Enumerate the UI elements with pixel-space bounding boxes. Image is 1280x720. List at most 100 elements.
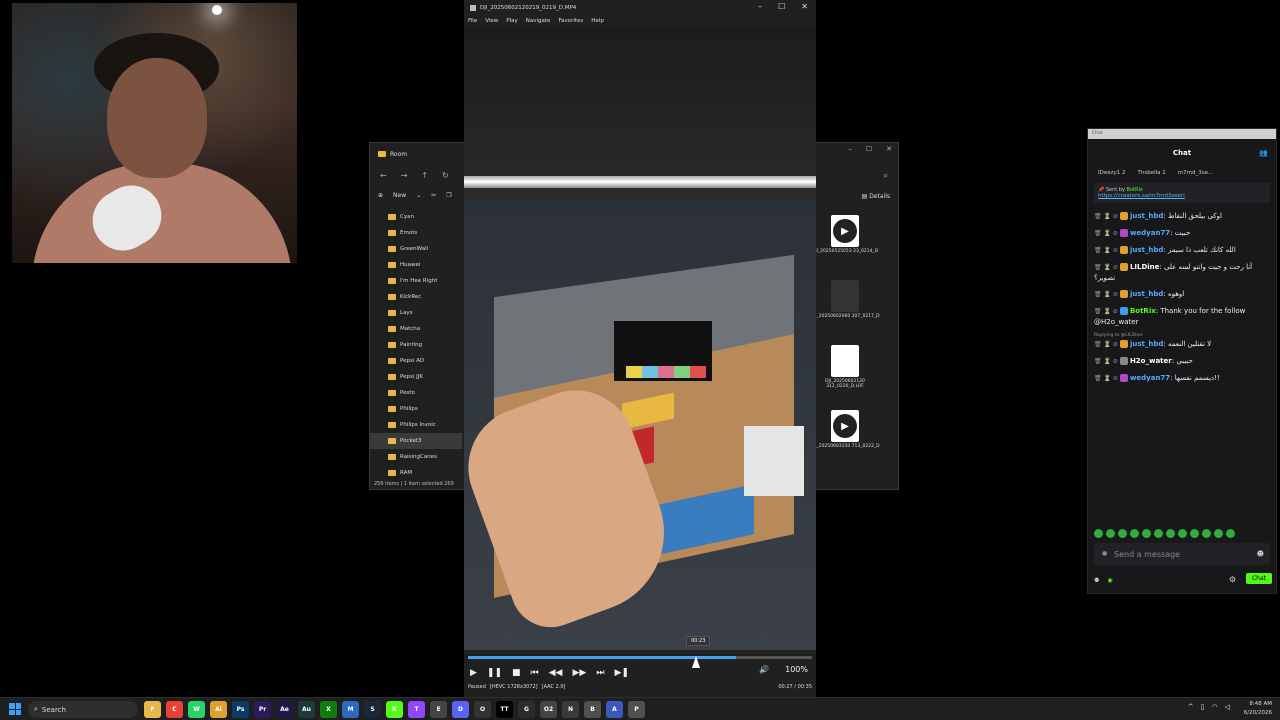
- previous-icon[interactable]: ⏮: [531, 668, 539, 678]
- kick-icon[interactable]: ◉: [1107, 577, 1112, 584]
- volume-icon[interactable]: 🔊: [759, 665, 769, 674]
- emote-icon[interactable]: [1118, 529, 1127, 538]
- gifter-entry[interactable]: m7md_3se...: [1178, 170, 1213, 176]
- taskbar-app-icon[interactable]: D: [452, 701, 469, 718]
- battery-icon[interactable]: ▯: [1201, 703, 1205, 711]
- emote-icon[interactable]: [1214, 529, 1223, 538]
- taskbar-app-icon[interactable]: M: [342, 701, 359, 718]
- taskbar-app-icon[interactable]: TT: [496, 701, 513, 718]
- sidebar-folder-item[interactable]: RAM: [370, 465, 462, 481]
- pinned-link[interactable]: https://creators.sa/m7md3seeri: [1098, 193, 1266, 199]
- chat-input[interactable]: ● Send a message ☻: [1094, 543, 1270, 565]
- taskbar-app-icon[interactable]: K: [386, 701, 403, 718]
- sidebar-folder-item[interactable]: Pepsi AD: [370, 353, 462, 369]
- mod-actions-icon[interactable]: 🗑 ⏳ ⊘: [1094, 375, 1118, 382]
- sidebar-folder-item[interactable]: I'm Hee Right: [370, 273, 462, 289]
- taskbar-search[interactable]: ⌕ Search: [28, 701, 138, 718]
- refresh-icon[interactable]: ↻: [442, 171, 449, 180]
- mod-actions-icon[interactable]: 🗑 ⏳ ⊘: [1094, 213, 1118, 220]
- emote-icon[interactable]: [1226, 529, 1235, 538]
- sidebar-folder-item[interactable]: Lays: [370, 305, 462, 321]
- new-button[interactable]: New: [393, 192, 406, 199]
- sidebar-folder-item[interactable]: Cyan: [370, 209, 462, 225]
- menu-item[interactable]: Navigate: [526, 18, 551, 24]
- chat-send-button[interactable]: Chat: [1245, 573, 1272, 584]
- sidebar-folder-item[interactable]: Pocket3: [370, 433, 462, 449]
- sidebar-folder-item[interactable]: Pesto: [370, 385, 462, 401]
- step-forward-icon[interactable]: ▶▶: [572, 668, 586, 678]
- taskbar-app-icon[interactable]: A: [606, 701, 623, 718]
- taskbar-app-icon[interactable]: T: [408, 701, 425, 718]
- users-icon[interactable]: 👥: [1259, 149, 1268, 157]
- maximize-icon[interactable]: ☐: [778, 2, 785, 11]
- up-icon[interactable]: ↑: [421, 171, 428, 180]
- taskbar-app-icon[interactable]: S: [364, 701, 381, 718]
- mod-actions-icon[interactable]: 🗑 ⏳ ⊘: [1094, 341, 1118, 348]
- taskbar-app-icon[interactable]: Ae: [276, 701, 293, 718]
- tray-chevron-icon[interactable]: ^: [1188, 703, 1194, 711]
- taskbar-app-icon[interactable]: Au: [298, 701, 315, 718]
- emote-icon[interactable]: [1190, 529, 1199, 538]
- emoji-icon[interactable]: ☻: [1257, 550, 1264, 558]
- speaker-icon[interactable]: ◁: [1225, 703, 1230, 711]
- copy-icon[interactable]: ❐: [446, 192, 451, 199]
- taskbar-app-icon[interactable]: W: [188, 701, 205, 718]
- taskbar-app-icon[interactable]: O2: [540, 701, 557, 718]
- taskbar-app-icon[interactable]: Pr: [254, 701, 271, 718]
- taskbar-app-icon[interactable]: Ai: [210, 701, 227, 718]
- file-item[interactable]: ▶ DJI_20250525053 23_0214_D: [810, 215, 880, 280]
- cut-icon[interactable]: ✂: [431, 192, 436, 199]
- volume-level[interactable]: 100%: [785, 665, 808, 674]
- minimize-icon[interactable]: –: [758, 2, 762, 11]
- sidebar-folder-item[interactable]: Pepsi JJK: [370, 369, 462, 385]
- sidebar-folder-item[interactable]: GreenWall: [370, 241, 462, 257]
- emote-icon[interactable]: [1130, 529, 1139, 538]
- taskbar-clock[interactable]: 8:48 AM 6/20/2026: [1244, 700, 1272, 718]
- close-icon[interactable]: ✕: [886, 145, 892, 153]
- stop-icon[interactable]: ■: [512, 668, 521, 678]
- menu-item[interactable]: Favorites: [558, 18, 583, 24]
- menu-item[interactable]: Help: [591, 18, 604, 24]
- chat-username[interactable]: just_hbd: [1130, 340, 1163, 348]
- sidebar-folder-item[interactable]: Painting: [370, 337, 462, 353]
- menu-item[interactable]: File: [468, 18, 477, 24]
- mod-actions-icon[interactable]: 🗑 ⏳ ⊘: [1094, 230, 1118, 237]
- chat-username[interactable]: BotRix: [1130, 307, 1156, 315]
- play-icon[interactable]: ▶: [470, 668, 477, 678]
- chat-username[interactable]: wedyan77: [1130, 229, 1170, 237]
- gifter-entry[interactable]: Thsbella 1: [1138, 170, 1166, 176]
- points-icon[interactable]: ⚉: [1094, 577, 1099, 584]
- windows-start-icon[interactable]: [9, 703, 21, 715]
- mod-actions-icon[interactable]: 🗑 ⏳ ⊘: [1094, 264, 1118, 271]
- taskbar-app-icon[interactable]: Ps: [232, 701, 249, 718]
- emote-icon[interactable]: [1154, 529, 1163, 538]
- sidebar-folder-item[interactable]: KickRec: [370, 289, 462, 305]
- taskbar-app-icon[interactable]: E: [430, 701, 447, 718]
- emote-icon[interactable]: [1106, 529, 1115, 538]
- details-button[interactable]: ▤ Details: [862, 193, 890, 200]
- taskbar-app-icon[interactable]: B: [584, 701, 601, 718]
- maximize-icon[interactable]: ☐: [866, 145, 872, 153]
- menu-item[interactable]: View: [485, 18, 498, 24]
- mod-actions-icon[interactable]: 🗑 ⏳ ⊘: [1094, 247, 1118, 254]
- taskbar-app-icon[interactable]: G: [518, 701, 535, 718]
- sidebar-folder-item[interactable]: Emots: [370, 225, 462, 241]
- next-icon[interactable]: ⏭: [596, 668, 604, 678]
- close-icon[interactable]: ✕: [801, 2, 808, 11]
- video-frame[interactable]: [464, 26, 816, 650]
- mod-actions-icon[interactable]: 🗑 ⏳ ⊘: [1094, 308, 1118, 315]
- emote-icon[interactable]: [1178, 529, 1187, 538]
- step-back-icon[interactable]: ◀◀: [549, 668, 563, 678]
- seek-bar[interactable]: [468, 656, 812, 659]
- menu-item[interactable]: Play: [506, 18, 517, 24]
- chat-username[interactable]: H2o_water: [1130, 357, 1172, 365]
- mod-actions-icon[interactable]: 🗑 ⏳ ⊘: [1094, 291, 1118, 298]
- emote-icon[interactable]: [1142, 529, 1151, 538]
- sidebar-folder-item[interactable]: Philips: [370, 401, 462, 417]
- file-item[interactable]: DJI_20250602060 307_0217_D: [810, 280, 880, 345]
- sidebar-folder-item[interactable]: Huawei: [370, 257, 462, 273]
- gifter-entry[interactable]: IDeezy1 2: [1098, 170, 1126, 176]
- taskbar-app-icon[interactable]: C: [166, 701, 183, 718]
- file-item[interactable]: ▶ DJI_20250603150 713_0222_D: [810, 410, 880, 475]
- chat-username[interactable]: just_hbd: [1130, 246, 1163, 254]
